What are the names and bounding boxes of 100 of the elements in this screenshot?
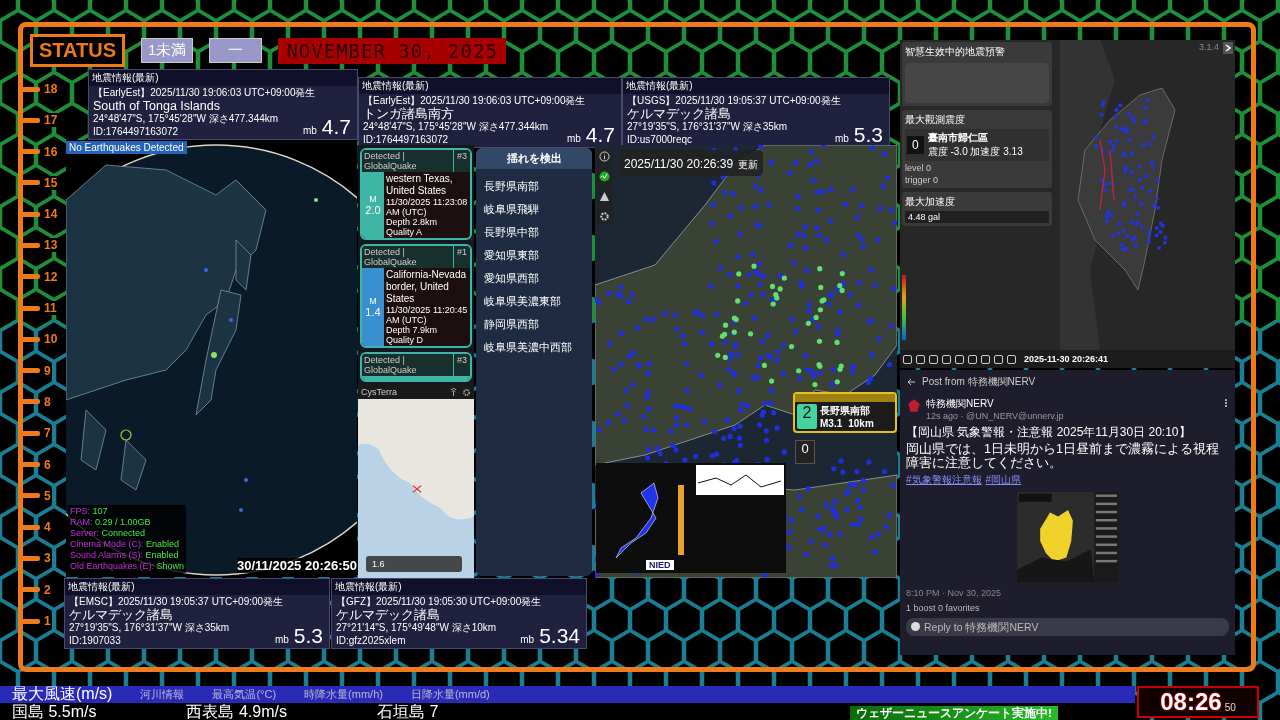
ticker-heading: 日降水量(mm/d) <box>410 687 490 702</box>
detection-number: #1 <box>453 246 470 268</box>
scale-tick <box>20 524 40 530</box>
scale-number: 2 <box>43 582 52 597</box>
back-arrow-icon[interactable] <box>906 377 916 387</box>
timestamp: 2025-11-30 20:26:41 <box>1024 354 1109 364</box>
ticker-value: 石垣島 7 <box>376 703 439 720</box>
app-title: CysTerra <box>361 387 398 397</box>
magnitude-type: mb <box>520 634 535 645</box>
scale-tick <box>20 274 40 280</box>
warning-icon[interactable] <box>599 191 610 202</box>
hashtag-link[interactable]: #気象警報注意報 <box>906 473 982 487</box>
magnitude-value: 5.3 <box>293 625 323 647</box>
debug-stat: FPS: 107 <box>70 506 109 517</box>
event-id: ID:1907033 <box>69 634 122 647</box>
panel-label: 最大加速度 <box>905 195 956 209</box>
scale-number: 8 <box>43 394 52 409</box>
source-line: 【EMSC】2025/11/30 19:05:37 UTC+09:00発生 <box>69 596 285 608</box>
region-name: ケルマデック諸島 <box>627 107 732 121</box>
depth-text: Depth 7.9km <box>386 325 439 335</box>
avatar-icon <box>911 622 920 631</box>
region-name: ケルマデック諸島 <box>69 608 174 622</box>
pga-value: 4.48 gal <box>905 211 1049 223</box>
settings-icon[interactable] <box>599 211 610 222</box>
announcement-banner: ウェザーニュースアンケート実施中! <box>850 706 1058 720</box>
region-name: トンガ諸島南方 <box>363 107 455 121</box>
debug-stat: Sound Alarms (S): Enabled <box>70 550 180 561</box>
region-name: 長野県南部 <box>820 404 871 418</box>
chevron-icon <box>1225 44 1231 52</box>
debug-stat: RAM: 0.29 / 1.00GB <box>70 517 152 528</box>
settings-icon[interactable] <box>462 387 471 397</box>
magnitude-value: 4.7 <box>585 124 615 146</box>
post-date: 8:10 PM · Nov 30, 2025 <box>906 588 1003 598</box>
card-title: 地震情報(最新) <box>332 579 586 595</box>
magnitude-type: mb <box>302 125 317 136</box>
magnitude-type: mb <box>834 133 849 144</box>
ticker-value: 西表島 4.9m/s <box>186 703 287 720</box>
coordinates: 24°48'47"S, 175°45'28"W 深さ477.344km <box>363 121 550 134</box>
magnitude-type: mb <box>566 133 581 144</box>
scale-tick <box>20 243 40 248</box>
ticker-heading: 最高気温(°C) <box>212 687 277 702</box>
clock-time: 08:26 <box>1160 688 1222 716</box>
clock-seconds: 50 <box>1224 701 1236 715</box>
intensity-badge: 1未満 <box>141 38 194 63</box>
version-text: 3.1.4 <box>1198 42 1219 52</box>
reply-field[interactable]: Reply to 特務機関NERV <box>906 618 1229 636</box>
region-name: 岐阜県美濃中西部 <box>483 340 573 355</box>
region-name: western Texas, United States <box>386 173 454 197</box>
scale-tick <box>20 555 40 561</box>
scale-tick <box>20 180 40 186</box>
magnitude-value: 1.6 <box>372 559 385 569</box>
debug-stat: Cinema Mode (C): Enabled <box>70 539 181 550</box>
author-name[interactable]: 特務機関NERV <box>926 397 1219 411</box>
magnitude-label: M <box>369 194 377 204</box>
level-text: level 0 <box>905 163 932 173</box>
source-line: 【EarlyEst】2025/11/30 19:06:03 UTC+09:00発生 <box>93 87 317 100</box>
scale-number: 6 <box>43 457 52 472</box>
coordinates: 27°19'35"S, 176°31'37"W 深さ35km <box>69 622 231 635</box>
region-name: 長野県中部 <box>483 225 540 240</box>
scale-tick <box>20 86 40 92</box>
scale-tick <box>20 117 40 123</box>
magnitude-label: M <box>369 296 377 306</box>
magnitude-type: mb <box>274 634 289 645</box>
region-name: 岐阜県飛騨 <box>483 202 540 217</box>
status-badge: No Earthquakes Detected <box>66 141 187 154</box>
card-title: 地震情報(最新) <box>359 78 621 94</box>
post-header: Post from 特務機関NERV <box>922 375 1036 389</box>
region-name: 愛知県西部 <box>483 271 540 286</box>
card-header: Detected | GlobalQuake <box>363 150 418 172</box>
scale-tick <box>20 462 40 468</box>
magnitude-value: 1.4 <box>365 306 381 318</box>
scale-number: 7 <box>43 426 52 441</box>
post-stats: 1 boost 0 favorites <box>906 603 981 613</box>
depth-text: Depth 2.8km <box>386 217 439 227</box>
panel-title: 揺れを検出 <box>476 148 592 169</box>
scale-number: 17 <box>43 113 59 128</box>
wave-icon[interactable] <box>599 171 610 182</box>
station-name: 臺南市歸仁區 <box>927 131 989 145</box>
expand-button[interactable] <box>1223 42 1233 54</box>
more-icon[interactable] <box>1223 397 1229 409</box>
debug-stat: Old Earthquakes (E): Shown <box>70 561 185 572</box>
magnitude-value: 5.34 <box>539 625 580 647</box>
quality-text: Quality D <box>386 335 424 345</box>
coordinates: 27°21'14"S, 175°49'48"W 深さ10km <box>336 622 498 635</box>
tsunami-badge: 一 <box>209 38 263 63</box>
update-timestamp: 2025/11/30 20:26:39 更新 <box>619 150 763 176</box>
scale-tick <box>20 618 40 624</box>
region-name: South of Tonga Islands <box>93 99 221 113</box>
ticker-heading: 河川情報 <box>140 687 185 702</box>
scale-tick <box>20 305 40 311</box>
scale-tick <box>20 493 40 499</box>
info-icon[interactable] <box>599 151 610 162</box>
detection-card[interactable]: Detected | GlobalQuake #3 <box>360 352 472 382</box>
antenna-icon[interactable] <box>449 387 458 397</box>
trigger-text: trigger 0 <box>905 175 940 185</box>
source-line: 【USGS】2025/11/30 19:05:37 UTC+09:00発生 <box>627 95 842 107</box>
region-name: 長野県南部 <box>483 179 540 194</box>
hashtag-link[interactable]: #岡山県 <box>985 473 1022 487</box>
scale-number: 1 <box>43 614 52 629</box>
scale-number: 13 <box>43 238 59 253</box>
